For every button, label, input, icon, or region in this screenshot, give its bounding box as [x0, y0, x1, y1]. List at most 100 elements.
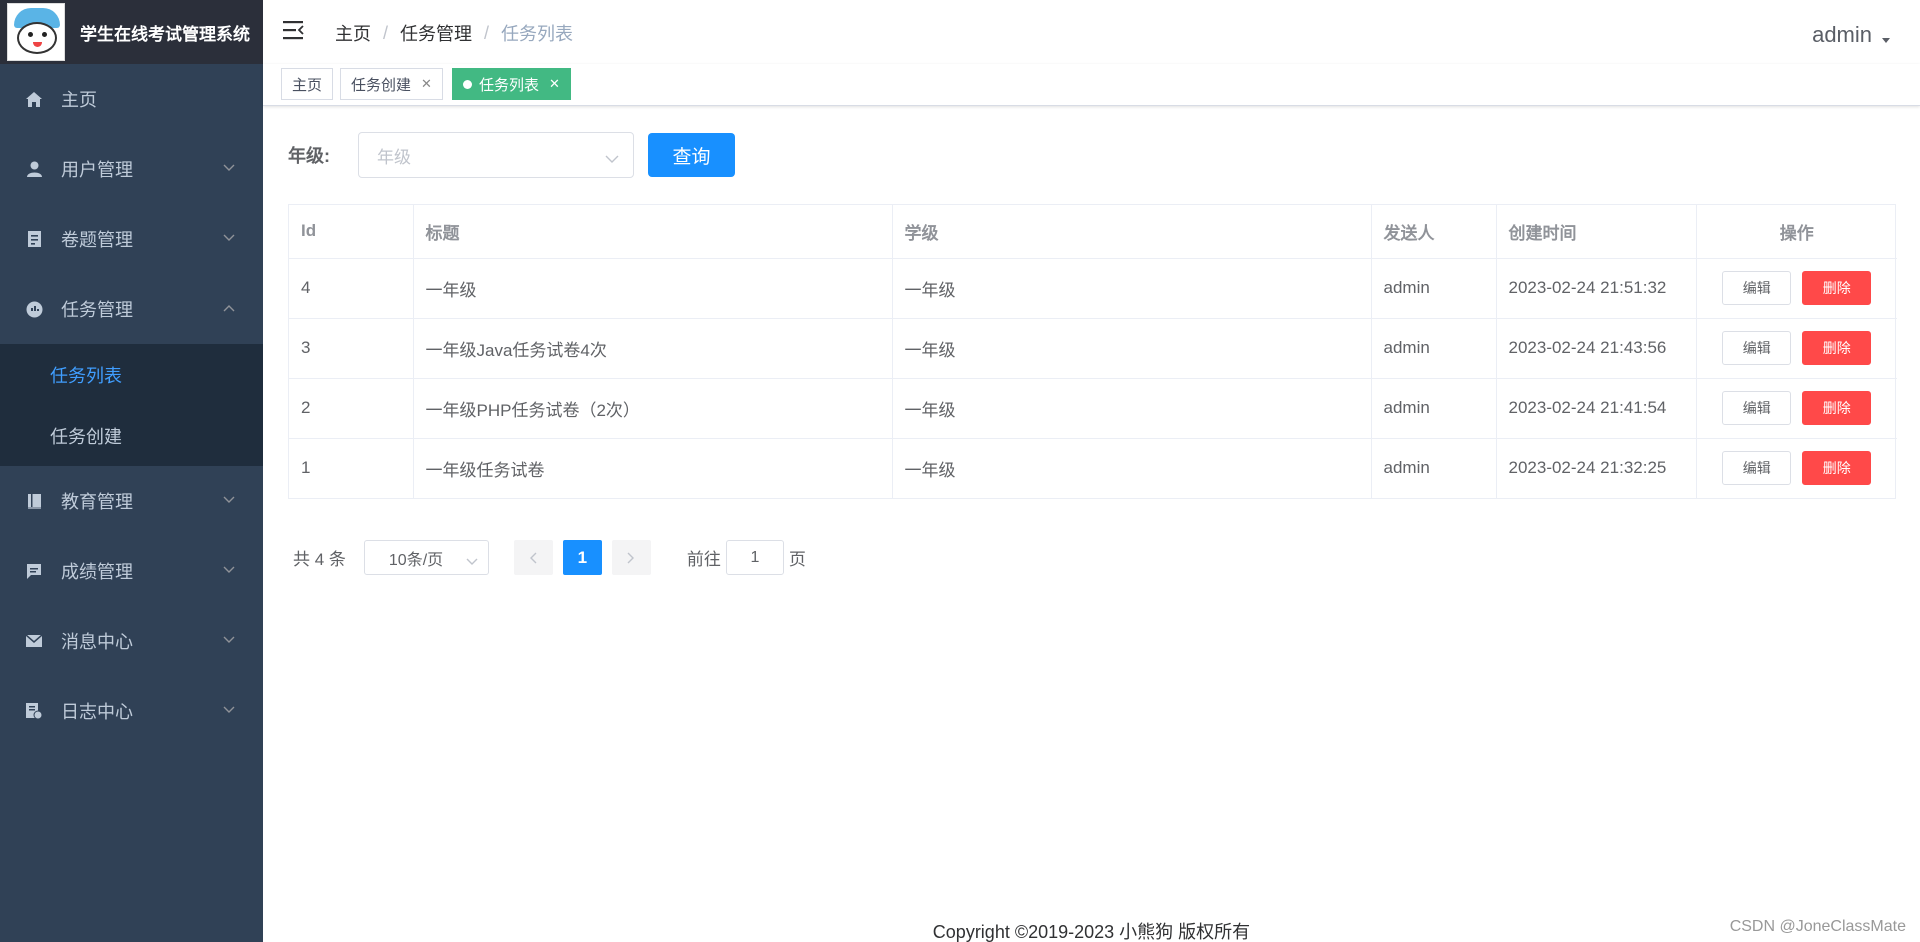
chevron-left-icon — [530, 552, 537, 563]
cell-grade: 一年级 — [892, 258, 1372, 319]
logo-image — [7, 3, 65, 61]
sidebar-item-label: 主页 — [61, 90, 97, 110]
tag-task-create[interactable]: 任务创建 ✕ — [340, 68, 443, 100]
tag-label: 任务创建 — [351, 76, 412, 94]
delete-button[interactable]: 删除 — [1802, 391, 1872, 425]
home-icon — [25, 90, 43, 108]
cell-title: 一年级PHP任务试卷（2次） — [413, 378, 893, 439]
edit-button[interactable]: 编辑 — [1722, 331, 1792, 365]
user-name: admin — [1812, 22, 1872, 47]
cell-actions: 编辑 删除 — [1696, 318, 1897, 379]
sidebar-menu: 主页 用户管理 卷题管理 任务管理 任务列表 任务创建 教育管理 成绩管理 消息… — [0, 64, 263, 746]
tag-home[interactable]: 主页 — [281, 68, 334, 100]
table-header-row: Id 标题 学级 发送人 创建时间 操作 — [289, 205, 1897, 259]
watermark: CSDN @JoneClassMate — [1729, 918, 1906, 935]
sidebar-item-home[interactable]: 主页 — [0, 64, 263, 134]
goto-prefix: 前往 — [686, 550, 721, 569]
edit-button[interactable]: 编辑 — [1722, 271, 1792, 305]
cell-id: 1 — [289, 438, 414, 498]
close-icon[interactable]: ✕ — [549, 76, 560, 92]
sidebar-item-label: 教育管理 — [61, 492, 133, 512]
delete-button[interactable]: 删除 — [1802, 331, 1872, 365]
paper-icon — [25, 230, 43, 248]
caret-down-icon — [1882, 37, 1890, 43]
cell-grade: 一年级 — [892, 378, 1372, 439]
page-number-current[interactable]: 1 — [562, 540, 602, 575]
cell-title: 一年级Java任务试卷4次 — [413, 318, 893, 379]
sidebar: 学生在线考试管理系统 主页 用户管理 卷题管理 任务管理 任务列表 任务创建 教… — [0, 0, 263, 942]
delete-button[interactable]: 删除 — [1802, 451, 1872, 486]
chevron-down-icon — [223, 234, 235, 242]
column-header-sender: 发送人 — [1371, 205, 1497, 259]
column-header-created: 创建时间 — [1496, 205, 1697, 259]
breadcrumb-separator: / — [484, 22, 490, 43]
breadcrumb: 主页 / 任务管理 / 任务列表 — [335, 20, 573, 46]
chevron-down-icon — [223, 706, 235, 714]
submenu-item-task-list[interactable]: 任务列表 — [0, 344, 263, 405]
sidebar-item-messages[interactable]: 消息中心 — [0, 606, 263, 676]
sidebar-item-label: 任务管理 — [61, 300, 133, 320]
sidebar-item-scores[interactable]: 成绩管理 — [0, 536, 263, 606]
table-row: 4 一年级 一年级 admin 2023-02-24 21:51:32 编辑 删除 — [289, 258, 1897, 319]
edit-button[interactable]: 编辑 — [1722, 451, 1792, 486]
tags-view: 主页 任务创建 ✕ 任务列表 ✕ — [263, 64, 1920, 106]
column-header-id: Id — [289, 205, 414, 259]
user-icon — [25, 160, 43, 178]
submenu-item-task-create[interactable]: 任务创建 — [0, 405, 263, 466]
chevron-down-icon — [223, 636, 235, 644]
cell-id: 2 — [289, 378, 414, 439]
chevron-up-icon — [223, 304, 235, 312]
navbar: 主页 / 任务管理 / 任务列表 admin — [263, 0, 1920, 64]
tag-task-list[interactable]: 任务列表 ✕ — [452, 68, 571, 100]
column-header-title: 标题 — [413, 205, 893, 259]
cell-sender: admin — [1371, 438, 1497, 498]
page-jumper: 前往 页 — [687, 540, 806, 575]
page-size-value: 10条/页 — [388, 551, 444, 569]
cell-grade: 一年级 — [892, 318, 1372, 379]
mail-icon — [25, 632, 43, 650]
cell-created: 2023-02-24 21:51:32 — [1496, 258, 1697, 319]
edit-button[interactable]: 编辑 — [1722, 391, 1792, 425]
sidebar-item-tasks[interactable]: 任务管理 — [0, 274, 263, 344]
query-button[interactable]: 查询 — [648, 133, 735, 177]
cell-grade: 一年级 — [892, 438, 1372, 498]
sidebar-item-label: 卷题管理 — [61, 230, 133, 250]
task-icon — [25, 300, 43, 318]
next-page-button[interactable] — [611, 540, 651, 575]
chevron-down-icon — [223, 496, 235, 504]
column-header-grade: 学级 — [892, 205, 1372, 259]
goto-page-input[interactable] — [725, 540, 784, 575]
delete-button[interactable]: 删除 — [1802, 271, 1872, 305]
table-row: 1 一年级任务试卷 一年级 admin 2023-02-24 21:32:25 … — [289, 438, 1897, 498]
cell-title: 一年级任务试卷 — [413, 438, 893, 498]
page-size-select[interactable]: 10条/页 — [363, 540, 489, 575]
cell-actions: 编辑 删除 — [1696, 378, 1897, 439]
cell-id: 3 — [289, 318, 414, 379]
chevron-right-icon — [627, 552, 635, 563]
user-dropdown[interactable]: admin — [1812, 22, 1890, 48]
sidebar-item-logs[interactable]: 日志中心 — [0, 676, 263, 746]
filter-form: 年级: 年级 查询 — [288, 132, 735, 178]
active-dot-icon — [463, 79, 472, 89]
prev-page-button[interactable] — [513, 540, 553, 575]
tag-label: 任务列表 — [479, 76, 540, 94]
breadcrumb-current: 任务列表 — [501, 24, 574, 44]
cell-actions: 编辑 删除 — [1696, 438, 1897, 498]
column-header-actions: 操作 — [1696, 205, 1897, 259]
cell-created: 2023-02-24 21:41:54 — [1496, 378, 1697, 439]
footer-copyright: Copyright ©2019-2023 小熊狗 版权所有 — [932, 922, 1251, 942]
pagination-total: 共 4 条 — [293, 550, 346, 569]
close-icon[interactable]: ✕ — [421, 76, 432, 92]
sidebar-item-papers[interactable]: 卷题管理 — [0, 204, 263, 274]
pagination: 共 4 条 10条/页 1 前往 页 — [293, 540, 806, 575]
goto-suffix: 页 — [788, 550, 806, 569]
grade-select[interactable]: 年级 — [358, 132, 634, 178]
logo-area[interactable]: 学生在线考试管理系统 — [0, 0, 263, 64]
sidebar-item-education[interactable]: 教育管理 — [0, 466, 263, 536]
breadcrumb-task-management[interactable]: 任务管理 — [400, 20, 472, 46]
grade-label: 年级: — [288, 146, 330, 166]
breadcrumb-home[interactable]: 主页 — [335, 20, 371, 46]
grade-select-placeholder: 年级 — [377, 147, 411, 167]
hamburger-icon[interactable] — [283, 20, 305, 40]
sidebar-item-users[interactable]: 用户管理 — [0, 134, 263, 204]
